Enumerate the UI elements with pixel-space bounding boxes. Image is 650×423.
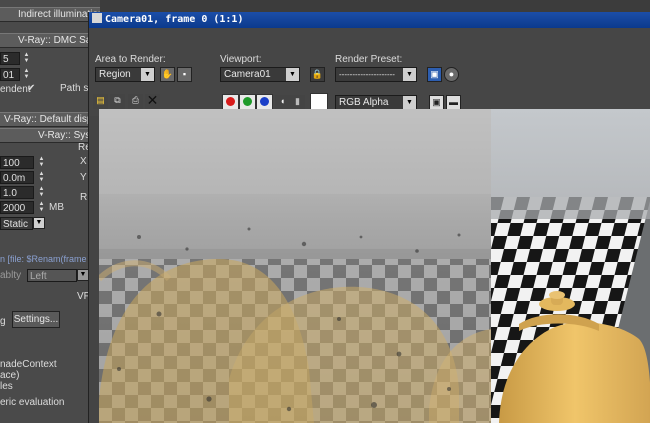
files-label: les bbox=[0, 381, 13, 392]
monochrome-icon[interactable]: ▮ bbox=[290, 95, 305, 110]
rendered-frame-window: Camera01, frame 0 (1:1) Area to Render: … bbox=[88, 12, 650, 423]
viewport-select[interactable]: Camera01 ▼ bbox=[220, 67, 300, 82]
environment-icon[interactable]: ● bbox=[444, 67, 459, 82]
shade-context-label: nadeContext bbox=[0, 359, 57, 370]
red-circle-icon bbox=[226, 97, 235, 106]
green-circle-icon bbox=[243, 97, 252, 106]
justify-select[interactable]: Left bbox=[27, 269, 77, 282]
settings-button[interactable]: Settings... bbox=[12, 311, 60, 328]
render-preset-label: Render Preset: bbox=[335, 54, 403, 65]
spinner-arrows-icon[interactable]: ▲ ▼ bbox=[38, 186, 45, 199]
chevron-down-icon: ▼ bbox=[403, 96, 416, 109]
chevron-down-icon[interactable]: ▼ bbox=[33, 217, 45, 229]
auto-region-icon[interactable]: ▪ bbox=[177, 67, 192, 82]
blue-circle-icon bbox=[260, 97, 269, 106]
x-label: X bbox=[80, 156, 87, 167]
edit-region-icon[interactable]: ✋ bbox=[160, 67, 175, 82]
settings-left-label: g bbox=[0, 316, 6, 327]
numeric-evaluation-label: eric evaluation bbox=[0, 397, 65, 408]
distribution-label: ablty bbox=[0, 270, 22, 281]
memory-limit-field[interactable]: 2000 bbox=[0, 201, 34, 214]
spinner-arrows-icon[interactable]: ▲ ▼ bbox=[23, 68, 30, 81]
spinner-arrows-icon[interactable]: ▲ ▼ bbox=[38, 201, 45, 214]
blue-channel-button[interactable] bbox=[256, 94, 273, 110]
region-label: R bbox=[80, 192, 88, 203]
app-icon bbox=[92, 13, 102, 23]
window-titlebar[interactable]: Camera01, frame 0 (1:1) bbox=[89, 12, 650, 28]
vray-settings-panel: Indirect illumination V-Ray:: DMC Sa 5 ▲… bbox=[0, 0, 100, 423]
rendered-image[interactable] bbox=[99, 109, 650, 423]
green-channel-button[interactable] bbox=[239, 94, 256, 110]
frame-stamp-label: n [file: $Renam(frame bbox=[0, 254, 87, 264]
mb-unit-label: MB bbox=[49, 202, 64, 213]
clone-frame-icon[interactable]: ⧉ bbox=[110, 94, 125, 109]
display-mode-icon[interactable]: ▣ bbox=[429, 95, 444, 110]
dmc-field-1[interactable]: 5 bbox=[0, 52, 20, 65]
viewport-label: Viewport: bbox=[220, 54, 262, 65]
render-canvas bbox=[99, 109, 650, 423]
rollout-default-displacement[interactable]: V-Ray:: Default disp bbox=[0, 112, 100, 127]
checkmark-icon[interactable]: ✔ bbox=[27, 83, 35, 94]
shade-space-label: ace) bbox=[0, 370, 20, 381]
rollout-dmc-sampler[interactable]: V-Ray:: DMC Sa bbox=[0, 33, 100, 48]
save-image-icon[interactable]: ▤ bbox=[93, 94, 108, 109]
geometry-mode-select[interactable]: Static bbox=[0, 217, 33, 230]
max-tree-depth-field[interactable]: 100 bbox=[0, 156, 34, 169]
window-title: Camera01, frame 0 (1:1) bbox=[105, 14, 244, 25]
face-level-coef-field[interactable]: 1.0 bbox=[0, 186, 34, 199]
chevron-down-icon: ▼ bbox=[286, 68, 299, 81]
area-to-render-select[interactable]: Region ▼ bbox=[95, 67, 155, 82]
frame-toolbar: Area to Render: Region ▼ ✋ ▪ Viewport: Ca… bbox=[89, 28, 650, 116]
print-icon[interactable]: ⎙ bbox=[128, 94, 143, 109]
min-leaf-size-field[interactable]: 0.0m bbox=[0, 171, 34, 184]
lock-icon[interactable]: 🔒 bbox=[310, 67, 325, 82]
time-independent-label: endent bbox=[0, 84, 31, 95]
alpha-channel-icon[interactable]: ◖ bbox=[275, 95, 290, 110]
rollout-system[interactable]: V-Ray:: System bbox=[0, 128, 100, 143]
area-to-render-label: Area to Render: bbox=[95, 54, 166, 65]
toggle-ui-icon[interactable]: ▬ bbox=[446, 95, 461, 110]
rollout-indirect-illumination[interactable]: Indirect illumination bbox=[0, 7, 100, 22]
clear-icon[interactable]: ✕ bbox=[145, 93, 160, 109]
render-setup-icon[interactable]: ▣ bbox=[427, 67, 442, 82]
spinner-arrows-icon[interactable]: ▲ ▼ bbox=[38, 156, 45, 169]
chevron-down-icon: ▼ bbox=[141, 68, 154, 81]
dmc-field-2[interactable]: 01 bbox=[0, 68, 20, 81]
y-label: Y bbox=[80, 172, 87, 183]
red-channel-button[interactable] bbox=[222, 94, 239, 110]
render-preset-select[interactable]: --------------------- ▼ bbox=[335, 67, 417, 82]
channel-display-select[interactable]: RGB Alpha ▼ bbox=[335, 95, 417, 110]
chevron-down-icon: ▼ bbox=[403, 68, 416, 81]
spinner-arrows-icon[interactable]: ▲ ▼ bbox=[23, 52, 30, 65]
spinner-arrows-icon[interactable]: ▲ ▼ bbox=[38, 171, 45, 184]
